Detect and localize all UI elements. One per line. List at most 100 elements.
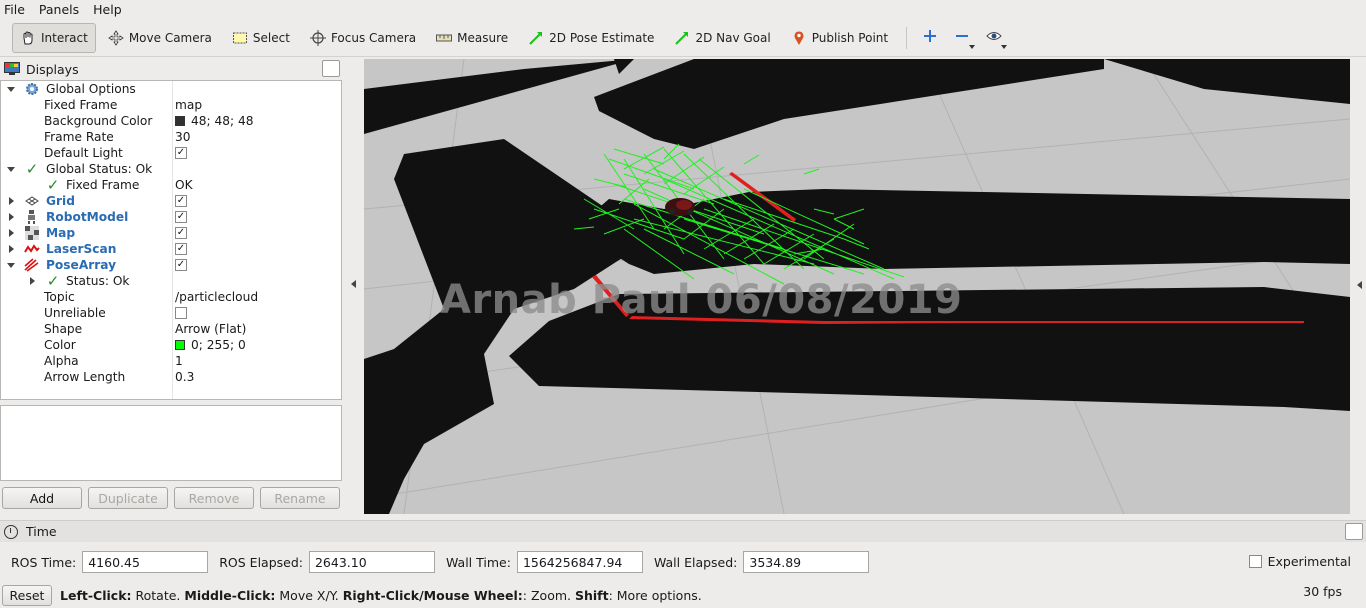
remove-button[interactable]: Remove bbox=[174, 487, 254, 509]
tree-row-frame-rate[interactable]: Frame Rate 30 bbox=[1, 129, 341, 145]
tree-row-label: Arrow Length bbox=[44, 370, 126, 384]
right-splitter-handle[interactable] bbox=[1357, 281, 1362, 289]
render-viewport[interactable]: Arnab Paul 06/08/2019 bbox=[364, 59, 1350, 514]
arrow-length-value[interactable]: 0.3 bbox=[175, 370, 194, 384]
expand-arrow-icon[interactable] bbox=[6, 228, 16, 238]
laserscan-checkbox[interactable]: ✓ bbox=[175, 243, 187, 255]
tree-row-label: Unreliable bbox=[44, 306, 106, 320]
tree-row-label: Status: Ok bbox=[66, 274, 130, 288]
experimental-checkbox[interactable] bbox=[1248, 555, 1262, 568]
expand-arrow-icon[interactable] bbox=[6, 260, 16, 270]
expand-arrow-icon[interactable] bbox=[6, 244, 16, 254]
duplicate-button[interactable]: Duplicate bbox=[88, 487, 168, 509]
tree-row-topic[interactable]: Topic /particlecloud bbox=[1, 289, 341, 305]
time-close-button[interactable] bbox=[1345, 523, 1363, 540]
add-tool-button[interactable] bbox=[917, 25, 943, 51]
reset-button[interactable]: Reset bbox=[2, 584, 52, 606]
expand-arrow-icon[interactable] bbox=[27, 276, 37, 286]
displays-close-button[interactable] bbox=[322, 60, 340, 77]
tree-row-label: Global Status: Ok bbox=[46, 162, 153, 176]
tree-row-label: Default Light bbox=[44, 146, 123, 160]
checkmark-icon: ✓ bbox=[46, 272, 60, 290]
ros-elapsed-field[interactable]: 2643.10 bbox=[308, 551, 435, 573]
wall-elapsed-field[interactable]: 3534.89 bbox=[743, 551, 870, 573]
left-splitter-handle[interactable] bbox=[351, 280, 356, 288]
tree-row-label: Global Options bbox=[46, 82, 136, 96]
tree-row-background-color[interactable]: Background Color 48; 48; 48 bbox=[1, 113, 341, 129]
expand-arrow-icon[interactable] bbox=[6, 212, 16, 222]
map-icon bbox=[24, 226, 40, 240]
expand-arrow-icon[interactable] bbox=[6, 196, 16, 206]
menu-panels[interactable]: Panels bbox=[39, 2, 79, 17]
grid-checkbox[interactable]: ✓ bbox=[175, 195, 187, 207]
shape-value[interactable]: Arrow (Flat) bbox=[175, 322, 246, 336]
posearray-checkbox[interactable]: ✓ bbox=[175, 259, 187, 271]
move-camera-label: Move Camera bbox=[128, 30, 212, 45]
tree-row-shape[interactable]: Shape Arrow (Flat) bbox=[1, 321, 341, 337]
tree-row-map[interactable]: Map ✓ bbox=[1, 225, 341, 241]
menu-file[interactable]: File bbox=[4, 2, 25, 17]
tree-row-laserscan[interactable]: LaserScan ✓ bbox=[1, 241, 341, 257]
default-light-checkbox[interactable]: ✓ bbox=[175, 147, 187, 159]
wall-time-field[interactable]: 1564256847.94 bbox=[516, 551, 643, 573]
pose-estimate-tool-button[interactable]: 2D Pose Estimate bbox=[520, 23, 662, 53]
publish-point-label: Publish Point bbox=[811, 30, 889, 45]
tree-row-robotmodel[interactable]: RobotModel ✓ bbox=[1, 209, 341, 225]
expand-arrow-icon[interactable] bbox=[6, 164, 16, 174]
unreliable-checkbox[interactable] bbox=[175, 307, 187, 319]
background-color-value[interactable]: 48; 48; 48 bbox=[175, 114, 254, 128]
expand-arrow-icon[interactable] bbox=[6, 84, 16, 94]
tree-row-fixed-frame[interactable]: Fixed Frame map bbox=[1, 97, 341, 113]
tree-row-posearray[interactable]: PoseArray ✓ bbox=[1, 257, 341, 273]
dropdown-arrow-icon bbox=[1001, 44, 1008, 49]
rename-button[interactable]: Rename bbox=[260, 487, 340, 509]
tree-row-label: Color bbox=[44, 338, 76, 352]
tree-row-grid[interactable]: Grid ✓ bbox=[1, 193, 341, 209]
help-middle-click: Middle-Click: bbox=[184, 587, 276, 603]
tree-row-status-fixed-frame[interactable]: ✓ Fixed Frame OK bbox=[1, 176, 341, 194]
tree-row-color[interactable]: Color 0; 255; 0 bbox=[1, 337, 341, 353]
tree-row-posearray-status[interactable]: ✓ Status: Ok bbox=[1, 272, 341, 290]
laser-icon bbox=[24, 242, 40, 256]
time-title: Time bbox=[26, 524, 57, 539]
frame-rate-value[interactable]: 30 bbox=[175, 130, 191, 144]
ros-time-field[interactable]: 4160.45 bbox=[82, 551, 209, 573]
select-tool-button[interactable]: Select bbox=[224, 23, 298, 53]
view-panels-button[interactable] bbox=[981, 25, 1008, 51]
displays-panel-header: Displays bbox=[0, 59, 342, 79]
color-swatch bbox=[175, 116, 185, 126]
publish-point-tool-button[interactable]: Publish Point bbox=[783, 23, 896, 53]
tree-row-label: PoseArray bbox=[46, 258, 117, 272]
alpha-value[interactable]: 1 bbox=[175, 354, 183, 368]
topic-value[interactable]: /particlecloud bbox=[175, 290, 258, 304]
experimental-toggle[interactable]: Experimental bbox=[1248, 554, 1351, 569]
pose-estimate-label: 2D Pose Estimate bbox=[549, 30, 655, 45]
fixed-frame-value[interactable]: map bbox=[175, 98, 202, 112]
move-camera-tool-button[interactable]: Move Camera bbox=[100, 23, 220, 53]
map-checkbox[interactable]: ✓ bbox=[175, 227, 187, 239]
menu-help[interactable]: Help bbox=[93, 2, 122, 17]
tree-row-arrow-length[interactable]: Arrow Length 0.3 bbox=[1, 369, 341, 385]
measure-tool-button[interactable]: Measure bbox=[428, 23, 516, 53]
tree-row-label: Fixed Frame bbox=[44, 98, 118, 112]
add-button[interactable]: Add bbox=[2, 487, 82, 509]
hand-icon bbox=[20, 30, 36, 46]
watermark-text: Arnab Paul 06/08/2019 bbox=[440, 277, 963, 323]
tree-row-alpha[interactable]: Alpha 1 bbox=[1, 353, 341, 369]
tree-row-global-status[interactable]: ✓ Global Status: Ok bbox=[1, 160, 341, 178]
tree-row-unreliable[interactable]: Unreliable bbox=[1, 305, 341, 321]
focus-camera-label: Focus Camera bbox=[330, 30, 417, 45]
map-pin-icon bbox=[791, 30, 807, 46]
interact-tool-button[interactable]: Interact bbox=[12, 22, 96, 53]
tree-row-default-light[interactable]: Default Light ✓ bbox=[1, 145, 341, 161]
help-middle-click-desc: Move X/Y. bbox=[275, 587, 343, 603]
help-left-click-desc: Rotate. bbox=[131, 587, 185, 603]
nav-goal-tool-button[interactable]: 2D Nav Goal bbox=[666, 23, 778, 53]
ros-elapsed-label: ROS Elapsed: bbox=[219, 554, 303, 570]
focus-camera-tool-button[interactable]: Focus Camera bbox=[302, 23, 424, 53]
remove-tool-button[interactable] bbox=[949, 25, 976, 51]
tree-row-global-options[interactable]: Global Options bbox=[1, 81, 341, 97]
color-value[interactable]: 0; 255; 0 bbox=[175, 338, 246, 352]
fps-counter: 30 fps bbox=[1303, 584, 1342, 599]
robotmodel-checkbox[interactable]: ✓ bbox=[175, 211, 187, 223]
